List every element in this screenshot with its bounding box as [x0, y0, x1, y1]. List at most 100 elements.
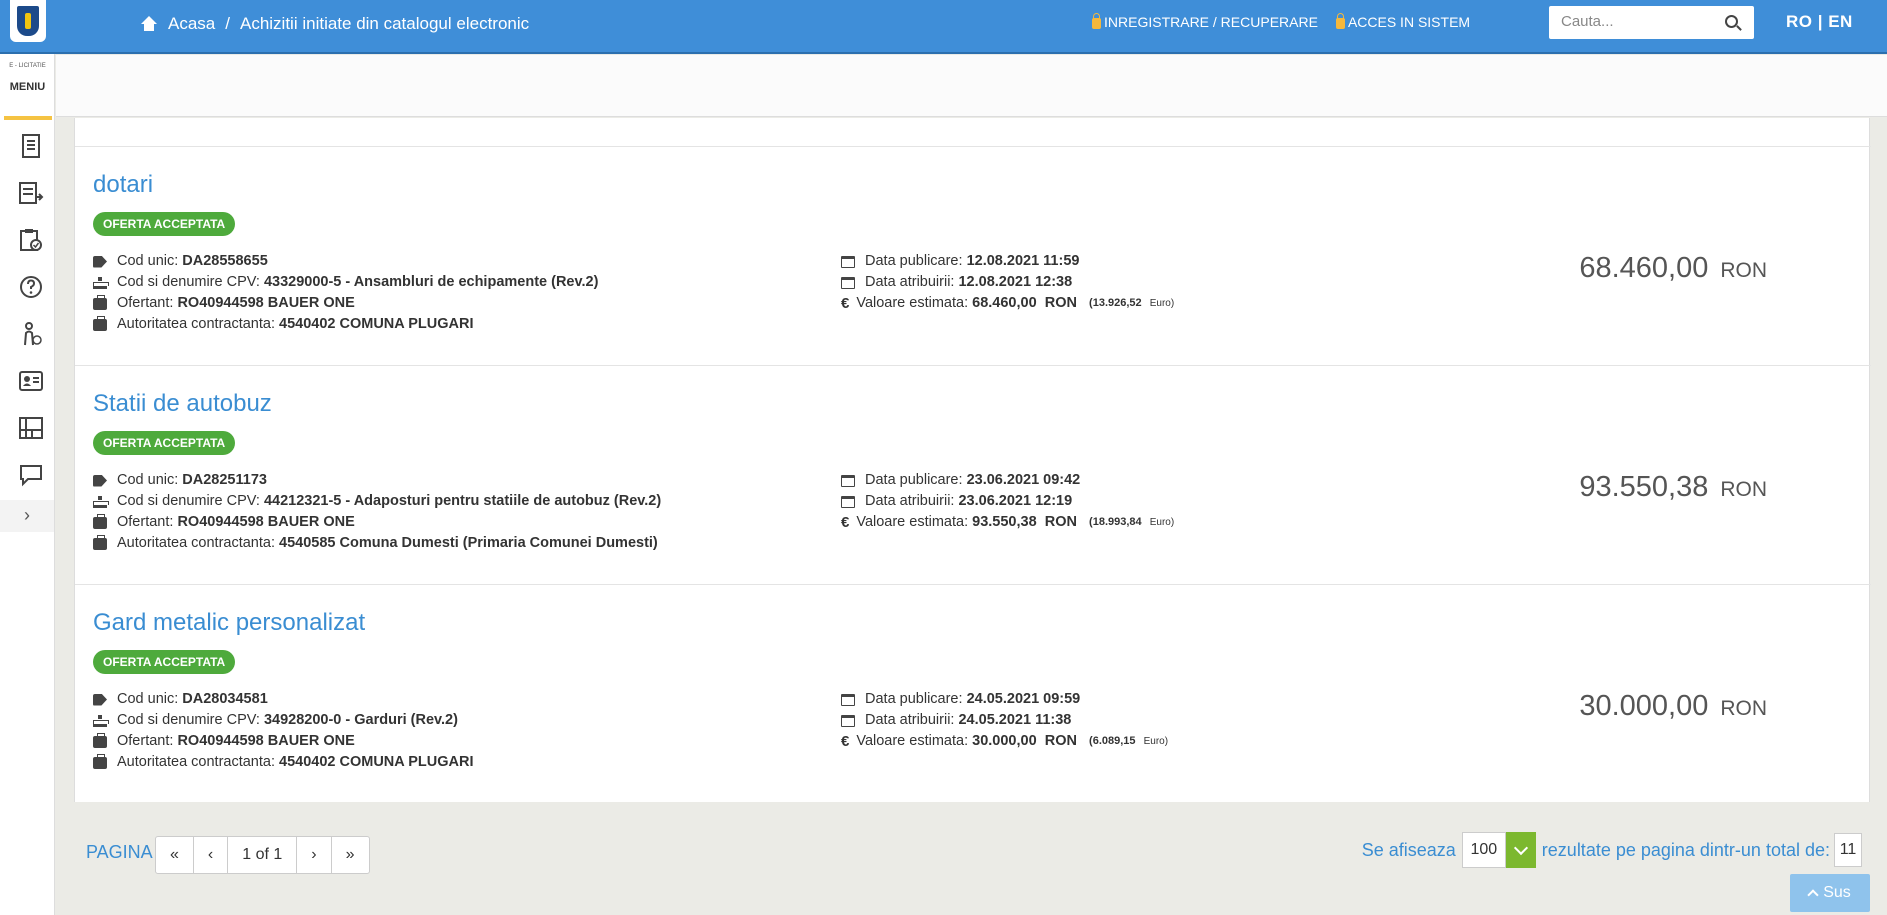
list-item: Statii de autobuz OFERTA ACCEPTATA Cod u…	[75, 365, 1871, 584]
last-page-button[interactable]: »	[330, 836, 370, 874]
chevron-down-icon[interactable]	[1505, 832, 1536, 868]
tag-icon	[93, 255, 107, 268]
list-item: dotari OFERTA ACCEPTATA Cod unic: DA2855…	[75, 146, 1871, 365]
autoritate-value: 4540585 Comuna Dumesti (Primaria Comunei…	[279, 535, 658, 551]
briefcase-icon	[93, 534, 107, 550]
total-label: rezultate pe pagina dintr-un total de:	[1541, 839, 1830, 860]
valoare-value: 93.550,38	[972, 514, 1037, 530]
euro-icon: €	[841, 295, 850, 312]
search-box	[1549, 6, 1754, 39]
calendar-grid-icon[interactable]	[18, 415, 44, 441]
briefcase-icon	[93, 753, 107, 769]
autoritate-value: 4540402 COMUNA PLUGARI	[279, 754, 474, 770]
current-page: 1 of 1	[227, 836, 298, 874]
breadcrumb: Acasa / Achizitii initiate din catalogul…	[140, 14, 529, 34]
sitemap-icon	[93, 495, 109, 508]
search-icon[interactable]	[1725, 15, 1738, 28]
sitemap-icon	[93, 276, 109, 289]
list-item: Gard metalic personalizat OFERTA ACCEPTA…	[75, 584, 1871, 803]
menu-label[interactable]: MENIU	[0, 81, 55, 93]
data-atribuirii-value: 12.08.2021 12:38	[958, 274, 1073, 290]
cod-unic-value: DA28251173	[182, 472, 267, 488]
calendar-icon	[841, 693, 855, 706]
data-atribuirii-value: 23.06.2021 12:19	[958, 493, 1073, 509]
euro-icon: €	[841, 733, 850, 750]
chevron-up-icon	[1807, 889, 1819, 901]
scroll-top-button[interactable]: Sus	[1790, 874, 1870, 912]
breadcrumb-separator: /	[225, 14, 230, 33]
cpv-value: 34928200-0 - Garduri (Rev.2)	[263, 712, 458, 728]
showing-label: Se afiseaza	[1361, 839, 1456, 860]
data-publicare-value: 23.06.2021 09:42	[966, 472, 1081, 488]
cpv-value: 44212321-5 - Adaposturi pentru statiile …	[263, 493, 662, 509]
data-publicare-value: 24.05.2021 09:59	[966, 691, 1081, 707]
logo[interactable]	[10, 0, 46, 42]
language-switch[interactable]: RO | EN	[1786, 12, 1853, 32]
valoare-value: 68.460,00	[972, 295, 1037, 311]
briefcase-icon	[93, 315, 107, 331]
menu-active-bar	[4, 116, 52, 120]
login-link[interactable]: ACCES IN SISTEM	[1335, 12, 1470, 30]
briefcase-icon	[93, 294, 107, 310]
valoare-euro: (6.089,15	[1089, 735, 1136, 747]
price: 68.460,00 RON	[1579, 252, 1767, 284]
clipboard-check-icon[interactable]	[18, 227, 44, 253]
valoare-value: 30.000,00	[972, 733, 1037, 749]
breadcrumb-current: Achizitii initiate din catalogul electro…	[239, 14, 530, 33]
tag-icon	[93, 693, 107, 706]
lock-icon	[1092, 12, 1101, 29]
tag-icon	[93, 474, 107, 487]
person-money-icon[interactable]	[18, 321, 44, 347]
autoritate-value: 4540402 COMUNA PLUGARI	[279, 316, 474, 332]
ofertant-value: RO40944598 BAUER ONE	[177, 514, 355, 530]
cod-unic-value: DA28558655	[182, 253, 268, 269]
calendar-icon	[841, 276, 855, 289]
sidebar-expand-button[interactable]: ›	[0, 500, 54, 532]
calendar-icon	[841, 714, 855, 727]
search-input[interactable]	[1549, 6, 1709, 37]
item-title[interactable]: Statii de autobuz	[93, 390, 272, 418]
register-link[interactable]: INREGISTRARE / RECUPERARE	[1092, 12, 1318, 30]
briefcase-icon	[93, 732, 107, 748]
results-list: dotari OFERTA ACCEPTATA Cod unic: DA2855…	[74, 118, 1871, 803]
price: 93.550,38 RON	[1579, 471, 1767, 503]
sidebar-brand: E - LICITATIE	[9, 63, 46, 69]
breadcrumb-home[interactable]: Acasa	[168, 14, 215, 34]
euro-icon: €	[841, 514, 850, 531]
data-atribuirii-value: 24.05.2021 11:38	[958, 712, 1072, 728]
valoare-euro: (13.926,52	[1089, 297, 1142, 309]
lock-icon	[1335, 12, 1345, 29]
contact-card-icon[interactable]	[18, 368, 44, 394]
first-page-button[interactable]: «	[155, 836, 194, 874]
sidebar: E - LICITATIE MENIU ›	[0, 54, 55, 915]
item-title[interactable]: Gard metalic personalizat	[93, 609, 365, 637]
calendar-icon	[841, 255, 855, 268]
status-badge: OFERTA ACCEPTATA	[93, 212, 236, 236]
total-count: 11	[1834, 833, 1862, 867]
calendar-icon	[841, 495, 855, 508]
cpv-value: 43329000-5 - Ansambluri de echipamente (…	[263, 274, 599, 290]
help-icon[interactable]	[18, 274, 44, 300]
chat-icon[interactable]	[18, 462, 44, 488]
pagination-bar: PAGINA « ‹ 1 of 1 › » Se afiseaza 100 re…	[74, 802, 1870, 908]
ofertant-value: RO40944598 BAUER ONE	[177, 733, 355, 749]
status-badge: OFERTA ACCEPTATA	[93, 431, 236, 455]
list-arrow-icon[interactable]	[18, 180, 44, 206]
document-icon[interactable]	[18, 133, 44, 159]
briefcase-icon	[93, 513, 107, 529]
item-title[interactable]: dotari	[93, 171, 153, 199]
subheader	[56, 55, 1887, 117]
prev-page-button[interactable]: ‹	[192, 836, 229, 874]
home-icon[interactable]	[140, 16, 158, 32]
ofertant-value: RO40944598 BAUER ONE	[177, 295, 355, 311]
pagination-controls: « ‹ 1 of 1 › »	[155, 836, 370, 874]
price: 30.000,00 RON	[1579, 690, 1767, 722]
next-page-button[interactable]: ›	[296, 836, 332, 874]
valoare-euro: (18.993,84	[1089, 516, 1142, 528]
cod-unic-value: DA28034581	[182, 691, 268, 707]
data-publicare-value: 12.08.2021 11:59	[966, 253, 1080, 269]
top-navbar: Acasa / Achizitii initiate din catalogul…	[0, 0, 1887, 54]
status-badge: OFERTA ACCEPTATA	[93, 650, 236, 674]
per-page-select[interactable]: 100	[1461, 832, 1506, 868]
sitemap-icon	[93, 714, 109, 727]
